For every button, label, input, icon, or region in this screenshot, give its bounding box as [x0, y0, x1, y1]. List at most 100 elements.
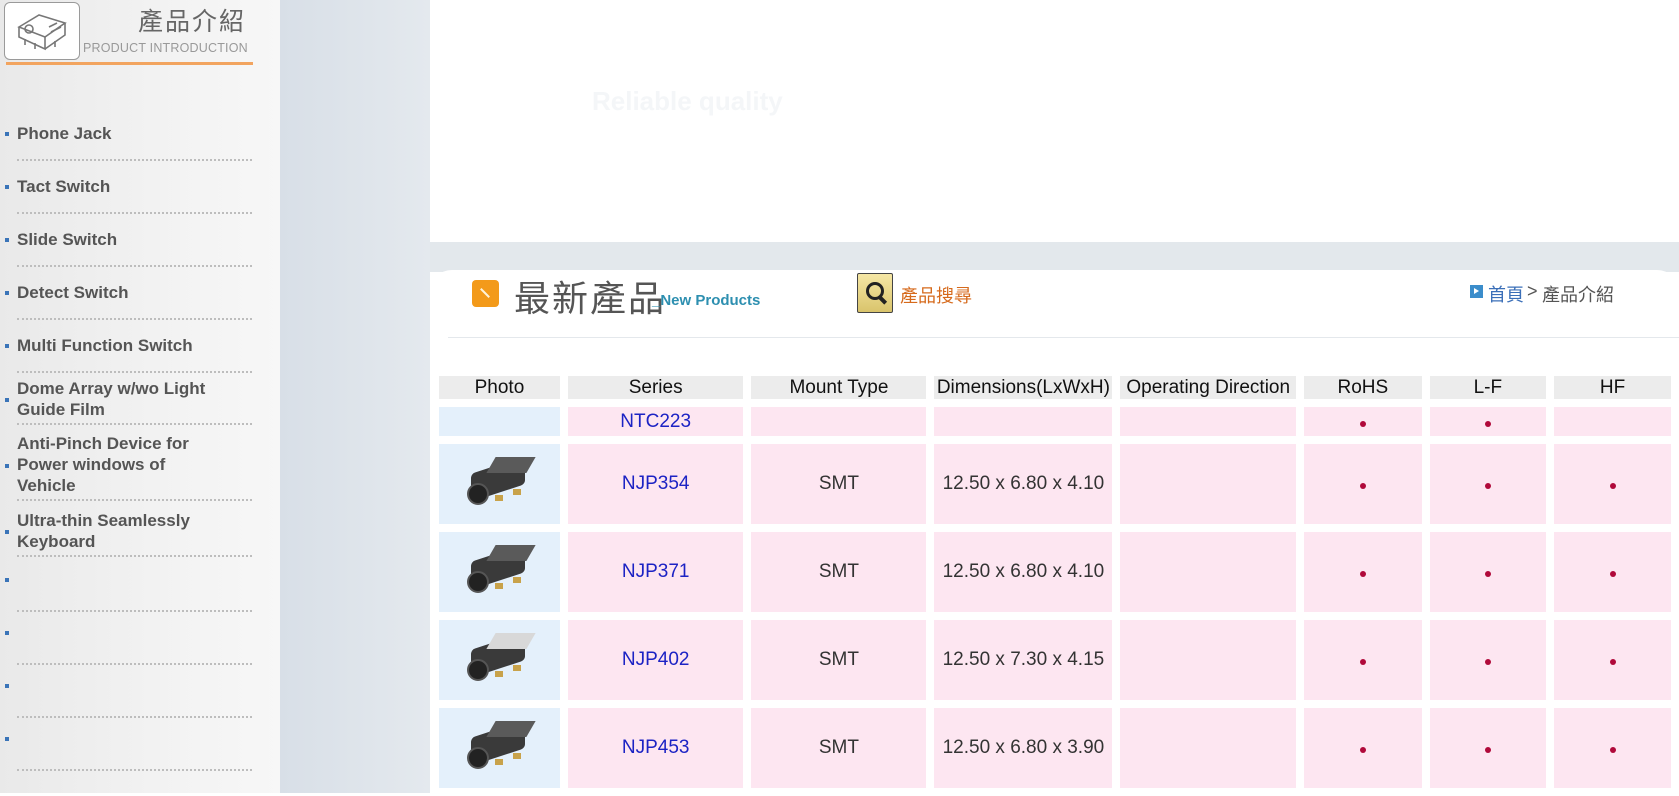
divider [17, 499, 252, 501]
section-title-zh: 產品介紹 [138, 7, 247, 36]
divider [17, 610, 252, 612]
divider [17, 555, 252, 557]
lf-dot-icon [1484, 659, 1491, 665]
bullet-icon [5, 530, 9, 534]
lf-dot-icon [1484, 747, 1491, 753]
product-logo-icon [4, 2, 80, 60]
dimensions-cell: 12.50 x 6.80 x 4.10 [934, 444, 1113, 524]
phone-jack-image [461, 543, 537, 595]
hf-cell [1554, 444, 1671, 524]
hf-dot-icon [1609, 747, 1616, 753]
breadcrumb-arrow-icon [1470, 285, 1483, 298]
dimensions-cell: 12.50 x 7.30 x 4.15 [934, 620, 1113, 700]
rohs-dot-icon [1359, 483, 1366, 489]
hf-cell [1554, 407, 1671, 436]
new-products-subtitle: _New Products [652, 292, 761, 309]
breadcrumb-home-link[interactable]: 首頁 [1488, 281, 1524, 307]
series-link[interactable]: NTC223 [567, 407, 744, 436]
hf-cell [1554, 708, 1671, 788]
banner: Reliable quality [430, 0, 1679, 242]
sidebar-item-label: Anti-Pinch Device for Power windows of V… [17, 434, 189, 495]
divider [17, 423, 252, 425]
column-header-operating-direction: Operating Direction [1120, 376, 1297, 399]
dimensions-cell: 12.50 x 6.80 x 4.10 [934, 532, 1113, 612]
phone-jack-image [461, 455, 537, 507]
product-search-link[interactable]: 產品搜尋 [900, 282, 972, 308]
dimensions-cell: 12.50 x 6.80 x 3.90 [934, 708, 1113, 788]
column-header-dimensions: Dimensions(LxWxH) [934, 376, 1113, 399]
divider [17, 663, 252, 665]
separator-band [430, 242, 1679, 272]
series-link[interactable]: NJP371 [567, 532, 744, 612]
lf-cell [1429, 444, 1547, 524]
series-link[interactable]: NJP354 [567, 444, 744, 524]
phone-jack-image [461, 719, 537, 771]
rohs-dot-icon [1359, 659, 1366, 665]
bullet-icon [5, 631, 9, 635]
breadcrumb-separator: > [1527, 281, 1538, 301]
table-header-row: Photo Series Mount Type Dimensions(LxWxH… [439, 376, 1671, 399]
operating-direction-cell [1120, 532, 1297, 612]
bullet-icon [5, 344, 9, 348]
sidebar-item-label: Ultra-thin Seamlessly Keyboard [17, 511, 190, 551]
title-underline [6, 62, 253, 65]
sidebar-item-label: Phone Jack [17, 124, 112, 143]
sidebar-item-label: Multi Function Switch [17, 336, 193, 355]
sidebar-item-label: Dome Array w/wo Light Guide Film [17, 379, 206, 419]
table-row[interactable]: NJP402 SMT 12.50 x 7.30 x 4.15 [439, 620, 1671, 700]
series-link[interactable]: NJP453 [567, 708, 744, 788]
table-row[interactable]: NJP354 SMT 12.50 x 6.80 x 4.10 [439, 444, 1671, 524]
rohs-cell [1304, 708, 1422, 788]
lf-dot-icon [1484, 420, 1491, 427]
sidebar: 產品介紹 PRODUCT INTRODUCTION Phone Jack Tac… [0, 0, 280, 793]
lf-cell [1429, 620, 1547, 700]
new-products-title: 最新產品 [514, 279, 667, 320]
table-row[interactable]: NTC223 [439, 407, 1671, 436]
hf-cell [1554, 620, 1671, 700]
rohs-dot-icon [1359, 420, 1366, 427]
product-photo [439, 407, 560, 436]
bullet-icon [5, 291, 9, 295]
lf-dot-icon [1484, 571, 1491, 577]
mount-type-cell: SMT [751, 620, 927, 700]
series-link[interactable]: NJP402 [567, 620, 744, 700]
operating-direction-cell [1120, 444, 1297, 524]
bullet-icon [5, 185, 9, 189]
sidebar-item-label: Detect Switch [17, 283, 129, 302]
lf-cell [1429, 407, 1547, 436]
operating-direction-cell [1120, 407, 1297, 436]
product-photo [439, 708, 560, 788]
search-icon[interactable] [857, 273, 893, 313]
products-table: Photo Series Mount Type Dimensions(LxWxH… [431, 368, 1679, 796]
rohs-cell [1304, 620, 1422, 700]
dimensions-cell [934, 407, 1113, 436]
divider [17, 265, 252, 267]
rohs-dot-icon [1359, 571, 1366, 577]
lf-cell [1429, 708, 1547, 788]
divider [17, 769, 252, 771]
page-gutter [280, 0, 430, 793]
breadcrumb-current: 產品介紹 [1542, 285, 1614, 306]
product-photo [439, 620, 560, 700]
bullet-icon [5, 578, 9, 582]
bullet-icon [5, 464, 9, 468]
table-row[interactable]: NJP371 SMT 12.50 x 6.80 x 4.10 [439, 532, 1671, 612]
bullet-icon [5, 398, 9, 402]
product-photo [439, 444, 560, 524]
section-title-en: PRODUCT INTRODUCTION [83, 41, 248, 55]
mount-type-cell: SMT [751, 444, 927, 524]
table-row[interactable]: NJP453 SMT 12.50 x 6.80 x 3.90 [439, 708, 1671, 788]
rohs-dot-icon [1359, 747, 1366, 753]
header-divider [448, 337, 1679, 338]
column-header-hf: HF [1554, 376, 1671, 399]
column-header-series: Series [567, 376, 744, 399]
rohs-cell [1304, 444, 1422, 524]
new-products-icon [472, 280, 499, 307]
hf-dot-icon [1609, 571, 1616, 577]
column-header-mount-type: Mount Type [751, 376, 927, 399]
mount-type-cell [751, 407, 927, 436]
bullet-icon [5, 684, 9, 688]
divider [17, 318, 252, 320]
column-header-photo: Photo [439, 376, 560, 399]
column-header-rohs: RoHS [1304, 376, 1422, 399]
